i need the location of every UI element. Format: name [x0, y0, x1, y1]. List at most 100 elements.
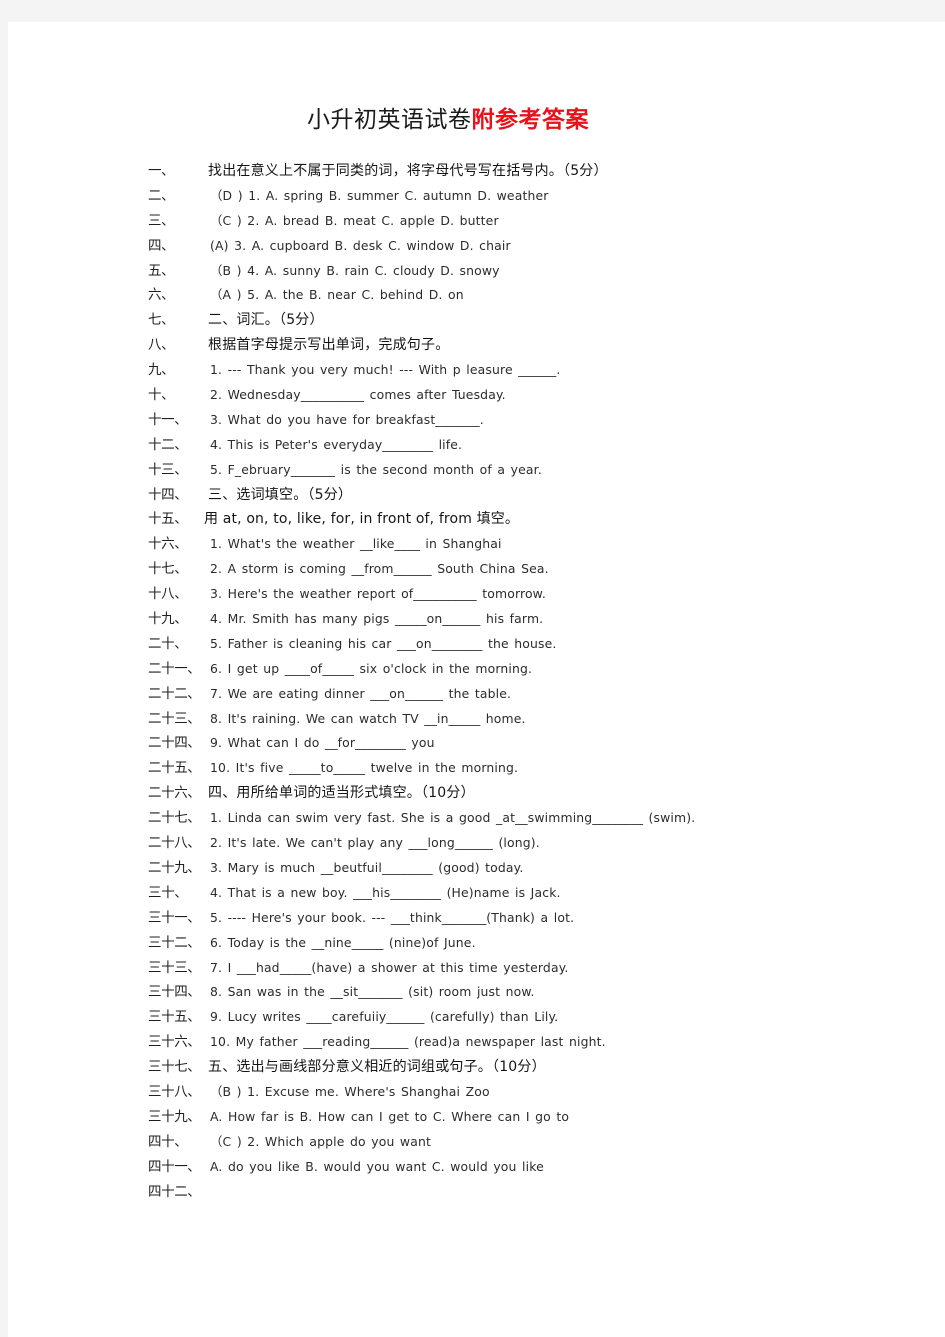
line-text: 4. Mr. Smith has many pigs _____on______…	[210, 611, 544, 627]
line-text: 10. My father ___reading______ (read)a n…	[210, 1034, 606, 1050]
line-number: 三十、	[148, 884, 188, 901]
document-line: 十五、用 at, on, to, like, for, in front of,…	[148, 507, 938, 532]
line-number: 二十六、	[148, 785, 201, 802]
document-line: 四十二、	[148, 1180, 938, 1205]
line-number: 二十二、	[148, 685, 201, 702]
line-number: 二十四、	[148, 735, 201, 752]
document-body: 一、 找出在意义上不属于同类的词，将字母代号写在括号内。（5分） 二、 （D ) 1.…	[148, 159, 938, 1204]
document-line: 五、 （B ) 4. A. sunny B. rain C. cloudy D. …	[148, 259, 938, 284]
line-number: 二十八、	[148, 835, 201, 852]
document-line: 二十二、 7. We are eating dinner ___on______ …	[148, 682, 938, 707]
document-line: 十六、 1. What's the weather __like____ in S…	[148, 532, 938, 557]
document-line: 三十、 4. That is a new boy. ___his________ …	[148, 881, 938, 906]
document-line: 三十八、 （B ) 1. Excuse me. Where's Shanghai …	[148, 1080, 938, 1105]
line-number: 三十六、	[148, 1034, 201, 1051]
line-number: 二十三、	[148, 710, 201, 727]
document-line: 四十、 （C ) 2. Which apple do you want	[148, 1130, 938, 1155]
line-number: 二十一、	[148, 660, 201, 677]
line-number: 三十四、	[148, 984, 201, 1001]
line-text: 7. I ___had_____(have) a shower at this …	[210, 959, 569, 975]
page-title-highlight: 附参考答案	[471, 106, 589, 133]
line-text: 7. We are eating dinner ___on______ the …	[210, 685, 512, 701]
document-page: 小升初英语试卷附参考答案 一、 找出在意义上不属于同类的词，将字母代号写在括号内。…	[8, 22, 945, 1337]
line-number: 一、	[148, 163, 175, 179]
line-number: 十八、	[148, 586, 188, 603]
line-text: （C ) 2. A. bread B. meat C. apple D. but…	[210, 212, 499, 228]
document-line: 十一、 3. What do you have for breakfast____…	[148, 408, 938, 433]
line-number: 九、	[148, 362, 175, 379]
line-text: 3. Mary is much __beutfuil________ (good…	[210, 859, 524, 875]
line-number: 十九、	[148, 611, 188, 628]
line-text: 五、选出与画线部分意义相近的词组或句子。（10分）	[208, 1059, 546, 1076]
document-line: 二十九、 3. Mary is much __beutfuil________ (…	[148, 856, 938, 881]
document-line: 二十一、 6. I get up ____of_____ six o'clock …	[148, 657, 938, 682]
line-text: (A) 3. A. cupboard B. desk C. window D. …	[210, 237, 511, 253]
line-number: 四十一、	[148, 1158, 201, 1175]
line-number: 三十九、	[148, 1108, 201, 1125]
line-number: 十五、	[148, 511, 188, 528]
document-line: 四十一、 A. do you like B. would you want C. …	[148, 1155, 938, 1180]
line-text: 3. What do you have for breakfast_______…	[210, 411, 484, 427]
line-text: （B ) 1. Excuse me. Where's Shanghai Zoo	[210, 1083, 490, 1099]
line-text: 1. Linda can swim very fast. She is a go…	[210, 810, 696, 826]
line-text: 三、选词填空。（5分）	[208, 486, 353, 503]
document-line: 三十七、 五、选出与画线部分意义相近的词组或句子。（10分）	[148, 1055, 938, 1080]
page-title: 小升初英语试卷附参考答案	[8, 105, 888, 135]
line-number: 三十八、	[148, 1083, 201, 1100]
line-text: A. do you like B. would you want C. woul…	[210, 1158, 544, 1174]
line-number: 二、	[148, 187, 175, 204]
line-number: 五、	[148, 262, 175, 279]
line-number: 四十二、	[148, 1183, 201, 1200]
line-text: 用 at, on, to, like, for, in front of, fr…	[204, 511, 520, 528]
document-line: 三十九、 A. How far is B. How can I get to C.…	[148, 1105, 938, 1130]
page-viewport: 小升初英语试卷附参考答案 一、 找出在意义上不属于同类的词，将字母代号写在括号内。…	[0, 0, 945, 1337]
line-number: 二十七、	[148, 810, 201, 827]
line-text: （A ) 5. A. the B. near C. behind D. on	[210, 287, 464, 303]
line-text: 1. What's the weather __like____ in Shan…	[210, 536, 502, 552]
line-text: 3. Here's the weather report of_________…	[210, 586, 546, 602]
document-line: 三十四、 8. San was in the __sit_______ (sit)…	[148, 980, 938, 1005]
line-number: 十三、	[148, 461, 188, 478]
line-text: 10. It's five _____to_____ twelve in the…	[210, 760, 519, 776]
line-number: 二十五、	[148, 760, 201, 777]
line-number: 四、	[148, 237, 175, 254]
line-number: 三十三、	[148, 959, 201, 976]
line-text: 2. A storm is coming __from______ South …	[210, 561, 549, 577]
line-text: 8. It's raining. We can watch TV __in___…	[210, 710, 526, 726]
line-text: （B ) 4. A. sunny B. rain C. cloudy D. sn…	[210, 262, 500, 278]
document-line: 七、 二、词汇。（5分）	[148, 308, 938, 333]
page-title-main: 小升初英语试卷	[307, 107, 472, 133]
document-line: 二十、 5. Father is cleaning his car ___on__…	[148, 632, 938, 657]
line-number: 二十、	[148, 635, 188, 652]
document-line: 三十二、 6. Today is the __nine_____ (nine)of…	[148, 931, 938, 956]
line-text: 5. ---- Here's your book. --- ___think__…	[210, 909, 575, 925]
line-text: A. How far is B. How can I get to C. Whe…	[210, 1108, 570, 1124]
line-number: 六、	[148, 287, 175, 304]
line-text: 9. What can I do __for________ you	[210, 735, 435, 751]
document-line: 二十六、 四、用所给单词的适当形式填空。（10分）	[148, 781, 938, 806]
document-line: 十八、 3. Here's the weather report of______…	[148, 582, 938, 607]
line-text: 4. This is Peter's everyday________ life…	[210, 436, 463, 452]
document-line: 二十七、 1. Linda can swim very fast. She is …	[148, 806, 938, 831]
line-number: 十六、	[148, 536, 188, 553]
document-line: 十、 2. Wednesday__________ comes after Tue…	[148, 383, 938, 408]
document-line: 二、 （D ) 1. A. spring B. summer C. autumn …	[148, 184, 938, 209]
document-line: 三十六、 10. My father ___reading______ (read…	[148, 1030, 938, 1055]
document-line: 二十三、 8. It's raining. We can watch TV __i…	[148, 707, 938, 732]
document-line: 十七、 2. A storm is coming __from______ Sou…	[148, 557, 938, 582]
document-line: 三十一、 5. ---- Here's your book. --- ___thi…	[148, 906, 938, 931]
document-line: 二十五、 10. It's five _____to_____ twelve in…	[148, 756, 938, 781]
line-text: （D ) 1. A. spring B. summer C. autumn D.…	[210, 187, 549, 203]
line-text: （C ) 2. Which apple do you want	[210, 1133, 431, 1149]
line-text: 5. Father is cleaning his car ___on_____…	[210, 635, 557, 651]
document-line: 三、 （C ) 2. A. bread B. meat C. apple D. b…	[148, 209, 938, 234]
document-line: 四、 (A) 3. A. cupboard B. desk C. window D…	[148, 234, 938, 259]
line-number: 十一、	[148, 411, 188, 428]
line-number: 十七、	[148, 561, 188, 578]
line-number: 十四、	[148, 486, 188, 503]
line-number: 三十七、	[148, 1059, 201, 1076]
line-number: 二十九、	[148, 859, 201, 876]
document-line: 十四、 三、选词填空。（5分）	[148, 483, 938, 508]
line-text: 二、词汇。（5分）	[208, 312, 324, 329]
line-number: 十、	[148, 387, 175, 404]
